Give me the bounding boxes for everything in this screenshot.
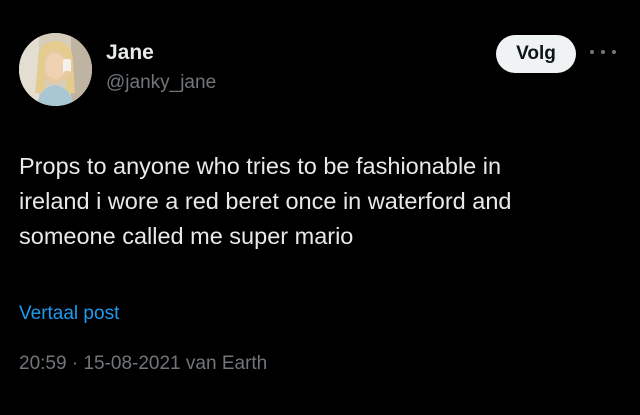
tweet-text-line: Props to anyone who tries to be fashiona… — [19, 153, 502, 179]
avatar-photo — [19, 33, 92, 106]
display-name[interactable]: Jane — [106, 41, 154, 65]
tweet-source: van Earth — [180, 353, 268, 374]
tweet-date[interactable]: 15-08-2021 — [83, 353, 180, 374]
tweet-time[interactable]: 20:59 — [19, 353, 67, 374]
avatar[interactable] — [19, 33, 92, 106]
tweet-metadata: 20:59 · 15-08-2021 van Earth — [19, 353, 267, 375]
dot — [612, 50, 616, 54]
tweet-text-line: someone called me super mario — [19, 223, 354, 249]
more-options-icon[interactable] — [590, 45, 616, 59]
translate-post-link[interactable]: Vertaal post — [19, 303, 119, 325]
dot — [601, 50, 605, 54]
meta-separator: · — [66, 353, 84, 374]
tweet-card: Jane @janky_jane Volg Props to anyone wh… — [0, 0, 640, 415]
tweet-text: Props to anyone who tries to be fashiona… — [19, 149, 619, 254]
dot — [590, 50, 594, 54]
user-handle[interactable]: @janky_jane — [106, 72, 216, 94]
tweet-text-line: ireland i wore a red beret once in water… — [19, 188, 512, 214]
follow-button[interactable]: Volg — [496, 35, 576, 73]
